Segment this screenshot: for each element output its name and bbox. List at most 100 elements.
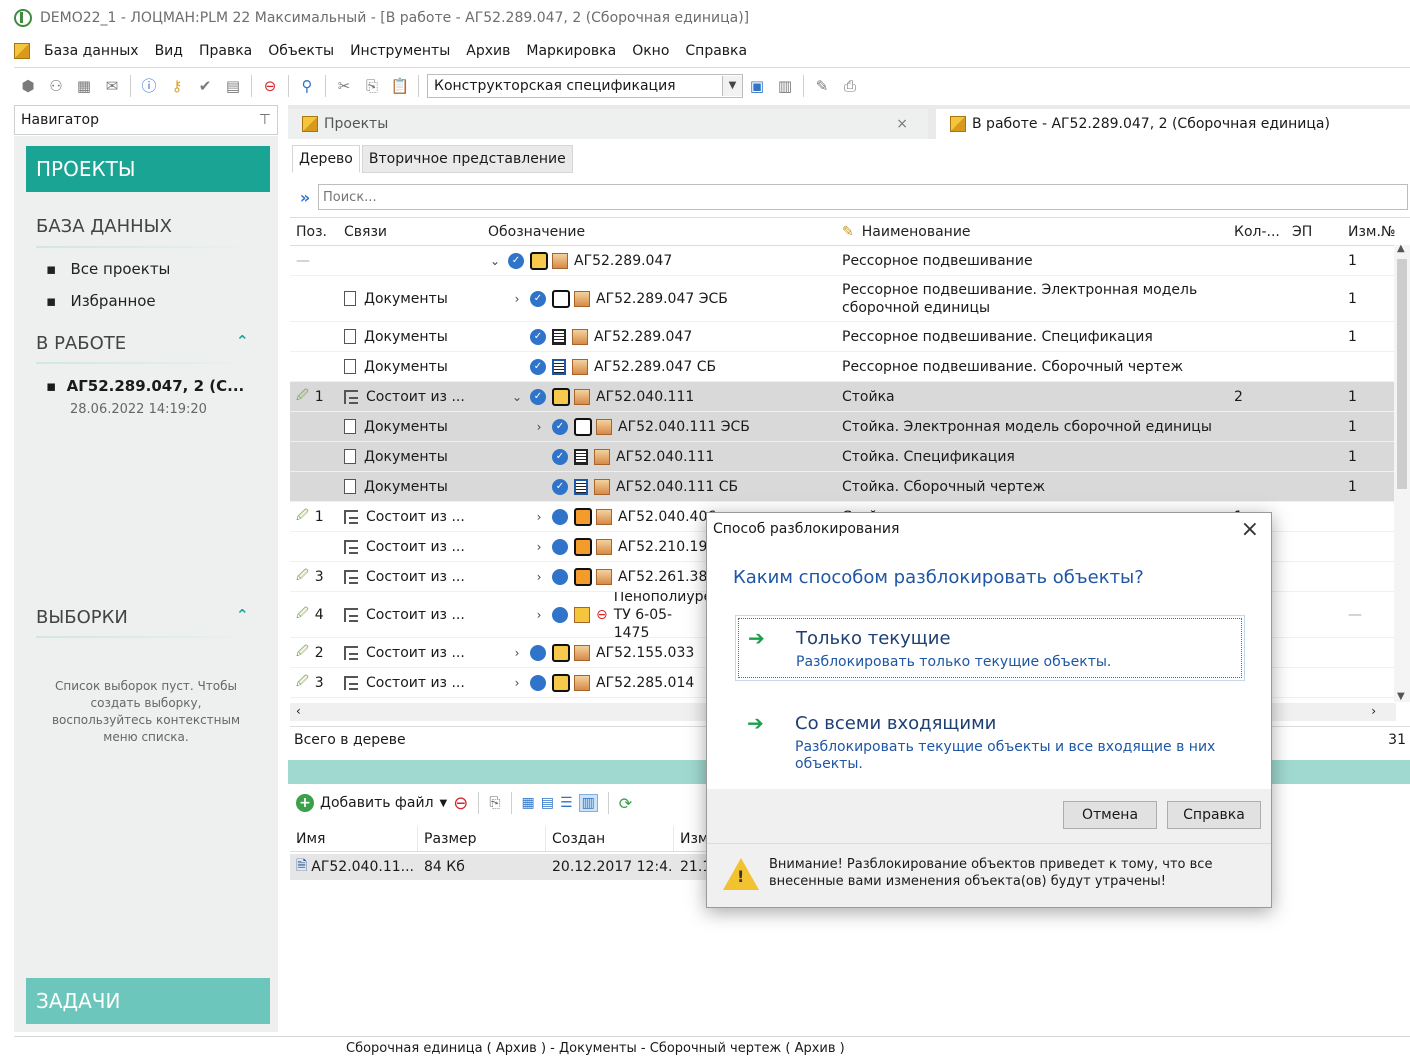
divider — [36, 636, 258, 638]
row-ep — [1286, 638, 1342, 667]
col-name[interactable]: ✎ Наименование — [836, 218, 1228, 245]
sign-icon[interactable]: ✎ — [812, 76, 832, 96]
chevron-down-icon[interactable]: ⌄ — [488, 254, 502, 268]
close-icon[interactable]: × — [1241, 517, 1259, 542]
nav-link-all-projects[interactable]: ▪ Все проекты — [46, 260, 170, 278]
check-icon: ✓ — [530, 388, 546, 405]
chevron-right-icon[interactable]: › — [532, 420, 546, 434]
help-button[interactable]: Справка — [1167, 801, 1261, 829]
chevron-right-icon[interactable]: › — [532, 540, 546, 554]
col-ep[interactable]: ЭП — [1286, 218, 1342, 245]
delete-icon[interactable]: ⊖ — [453, 793, 468, 814]
menu-database[interactable]: База данных — [36, 43, 147, 59]
menu-edit[interactable]: Правка — [191, 43, 260, 59]
menu-window[interactable]: Окно — [624, 43, 677, 59]
table-icon[interactable]: ▥ — [775, 76, 795, 96]
option-with-children[interactable]: ➔ Со всеми входящими Разблокировать теку… — [735, 701, 1245, 772]
table-row[interactable]: — ⌄ ✓ АГ52.289.047 Рессорное подвешивание … — [290, 246, 1396, 276]
col-links[interactable]: Связи — [338, 218, 482, 245]
mail-icon[interactable]: ✉ — [102, 76, 122, 96]
small-icons-view-icon[interactable]: ▤ — [541, 795, 554, 811]
refresh-icon[interactable]: ⟳ — [619, 794, 632, 813]
cancel-button[interactable]: Отмена — [1063, 801, 1157, 829]
paste-icon[interactable]: 📋 — [390, 76, 410, 96]
chevron-right-icon[interactable]: › — [532, 570, 546, 584]
scroll-up-icon[interactable]: ▲ — [1397, 243, 1405, 254]
table-row[interactable]: 🖉 1 Состоит из ... ⌄ ✓ АГ52.040.111 Стойка … — [290, 382, 1396, 412]
chevron-right-icon[interactable]: › — [532, 608, 546, 622]
vertical-scrollbar[interactable]: ▲ ▼ — [1394, 243, 1410, 702]
stop-icon[interactable]: ⊖ — [260, 76, 280, 96]
preview-icon[interactable]: ⎙ — [840, 76, 860, 96]
col-qty[interactable]: Кол-... — [1228, 218, 1286, 245]
info-icon[interactable]: ⓘ — [139, 76, 159, 96]
expand-search-icon[interactable]: » — [292, 188, 318, 207]
form-icon[interactable]: ▤ — [223, 76, 243, 96]
chevron-down-icon[interactable]: ⌄ — [510, 390, 524, 404]
details-view-icon[interactable]: ▥ — [578, 794, 598, 812]
spec-type-select[interactable]: Конструкторская спецификация ▼ — [427, 73, 743, 98]
list-view-icon[interactable]: ☰ — [560, 795, 573, 811]
chevron-down-icon[interactable]: ▼ — [722, 75, 742, 96]
add-file-button[interactable]: + Добавить файл — [296, 794, 434, 812]
check-icon[interactable]: ✔ — [195, 76, 215, 96]
report-icon[interactable]: ▣ — [747, 76, 767, 96]
key-icon[interactable]: ⚷ — [167, 76, 187, 96]
tab-projects[interactable]: Проекты × — [288, 109, 928, 139]
col-file-modified[interactable]: Изм — [674, 826, 710, 851]
chevron-right-icon[interactable]: › — [510, 646, 524, 660]
table-row[interactable]: Документы ✓ АГ52.289.047 СБ Рессорное под… — [290, 352, 1396, 382]
menu-view[interactable]: Вид — [147, 43, 191, 59]
tasks-section-bar[interactable]: ЗАДАЧИ — [26, 978, 270, 1024]
calendar-icon[interactable]: ▦ — [74, 76, 94, 96]
table-row[interactable]: Документы › ✓ АГ52.040.111 ЭСБ Стойка. Эле… — [290, 412, 1396, 442]
col-designation[interactable]: Обозначение — [482, 218, 836, 245]
col-file-name[interactable]: Имя — [290, 826, 418, 851]
chevron-right-icon[interactable]: › — [532, 510, 546, 524]
subtab-secondary[interactable]: Вторичное представление — [361, 145, 573, 173]
tab-work[interactable]: В работе - АГ52.289.047, 2 (Сборочная ед… — [936, 109, 1410, 139]
close-icon[interactable]: × — [896, 116, 908, 132]
projects-section-bar[interactable]: ПРОЕКТЫ — [26, 146, 270, 192]
menu-archive[interactable]: Архив — [458, 43, 518, 59]
large-icons-view-icon[interactable]: ▦ — [522, 795, 535, 811]
col-file-created[interactable]: Создан — [546, 826, 674, 851]
col-pos[interactable]: Поз. — [290, 218, 338, 245]
scroll-left-icon[interactable]: ‹ — [296, 704, 301, 718]
collapse-selections-icon[interactable]: ⌃ — [236, 606, 249, 624]
menu-marking[interactable]: Маркировка — [518, 43, 624, 59]
nav-link-favorites[interactable]: ▪ Избранное — [46, 292, 156, 310]
cube-grey-icon[interactable]: ⬢ — [18, 76, 38, 96]
menu-objects[interactable]: Объекты — [260, 43, 342, 59]
dropdown-arrow-icon[interactable]: ▼ — [440, 798, 448, 809]
part-icon — [594, 478, 610, 495]
structure-icon[interactable]: ⚇ — [46, 76, 66, 96]
toolbar-separator — [510, 792, 512, 814]
search-icon[interactable]: ⚲ — [297, 76, 317, 96]
pin-icon[interactable]: ⊤ — [259, 112, 271, 128]
part-icon — [574, 388, 590, 405]
option-current-only[interactable]: ➔ Только текущие Разблокировать только т… — [735, 615, 1245, 681]
cut-icon[interactable]: ✂ — [334, 76, 354, 96]
table-row[interactable]: Документы ✓ АГ52.040.111 СБ Стойка. Сборо… — [290, 472, 1396, 502]
chevron-right-icon[interactable]: › — [510, 292, 524, 306]
scroll-right-icon[interactable]: › — [1371, 704, 1376, 718]
work-item[interactable]: ▪ АГ52.289.047, 2 (С... — [46, 377, 244, 395]
table-row[interactable]: Документы › ✓ АГ52.289.047 ЭСБ Рессорное п… — [290, 276, 1396, 322]
table-row[interactable]: Документы ✓ АГ52.289.047 Рессорное подвеш… — [290, 322, 1396, 352]
menu-help[interactable]: Справка — [677, 43, 755, 59]
table-row[interactable]: Документы ✓ АГ52.040.111 Стойка. Специфик… — [290, 442, 1396, 472]
subtab-tree[interactable]: Дерево — [292, 145, 360, 173]
menu-tools[interactable]: Инструменты — [342, 43, 458, 59]
file-row[interactable]: 🗎 АГ52.040.11... 84 Кб 20.12.2017 12:4...… — [290, 854, 710, 880]
copy-icon[interactable]: ⎘ — [362, 76, 382, 96]
col-izm[interactable]: Изм.№ — [1342, 218, 1396, 245]
collapse-work-icon[interactable]: ⌃ — [236, 332, 249, 350]
col-file-size[interactable]: Размер — [418, 826, 546, 851]
scroll-thumb[interactable] — [1397, 259, 1407, 489]
scroll-down-icon[interactable]: ▼ — [1397, 691, 1405, 702]
detail-icon — [574, 507, 592, 526]
search-input[interactable] — [318, 184, 1408, 210]
export-icon[interactable]: ⎘ — [489, 795, 500, 811]
chevron-right-icon[interactable]: › — [510, 676, 524, 690]
